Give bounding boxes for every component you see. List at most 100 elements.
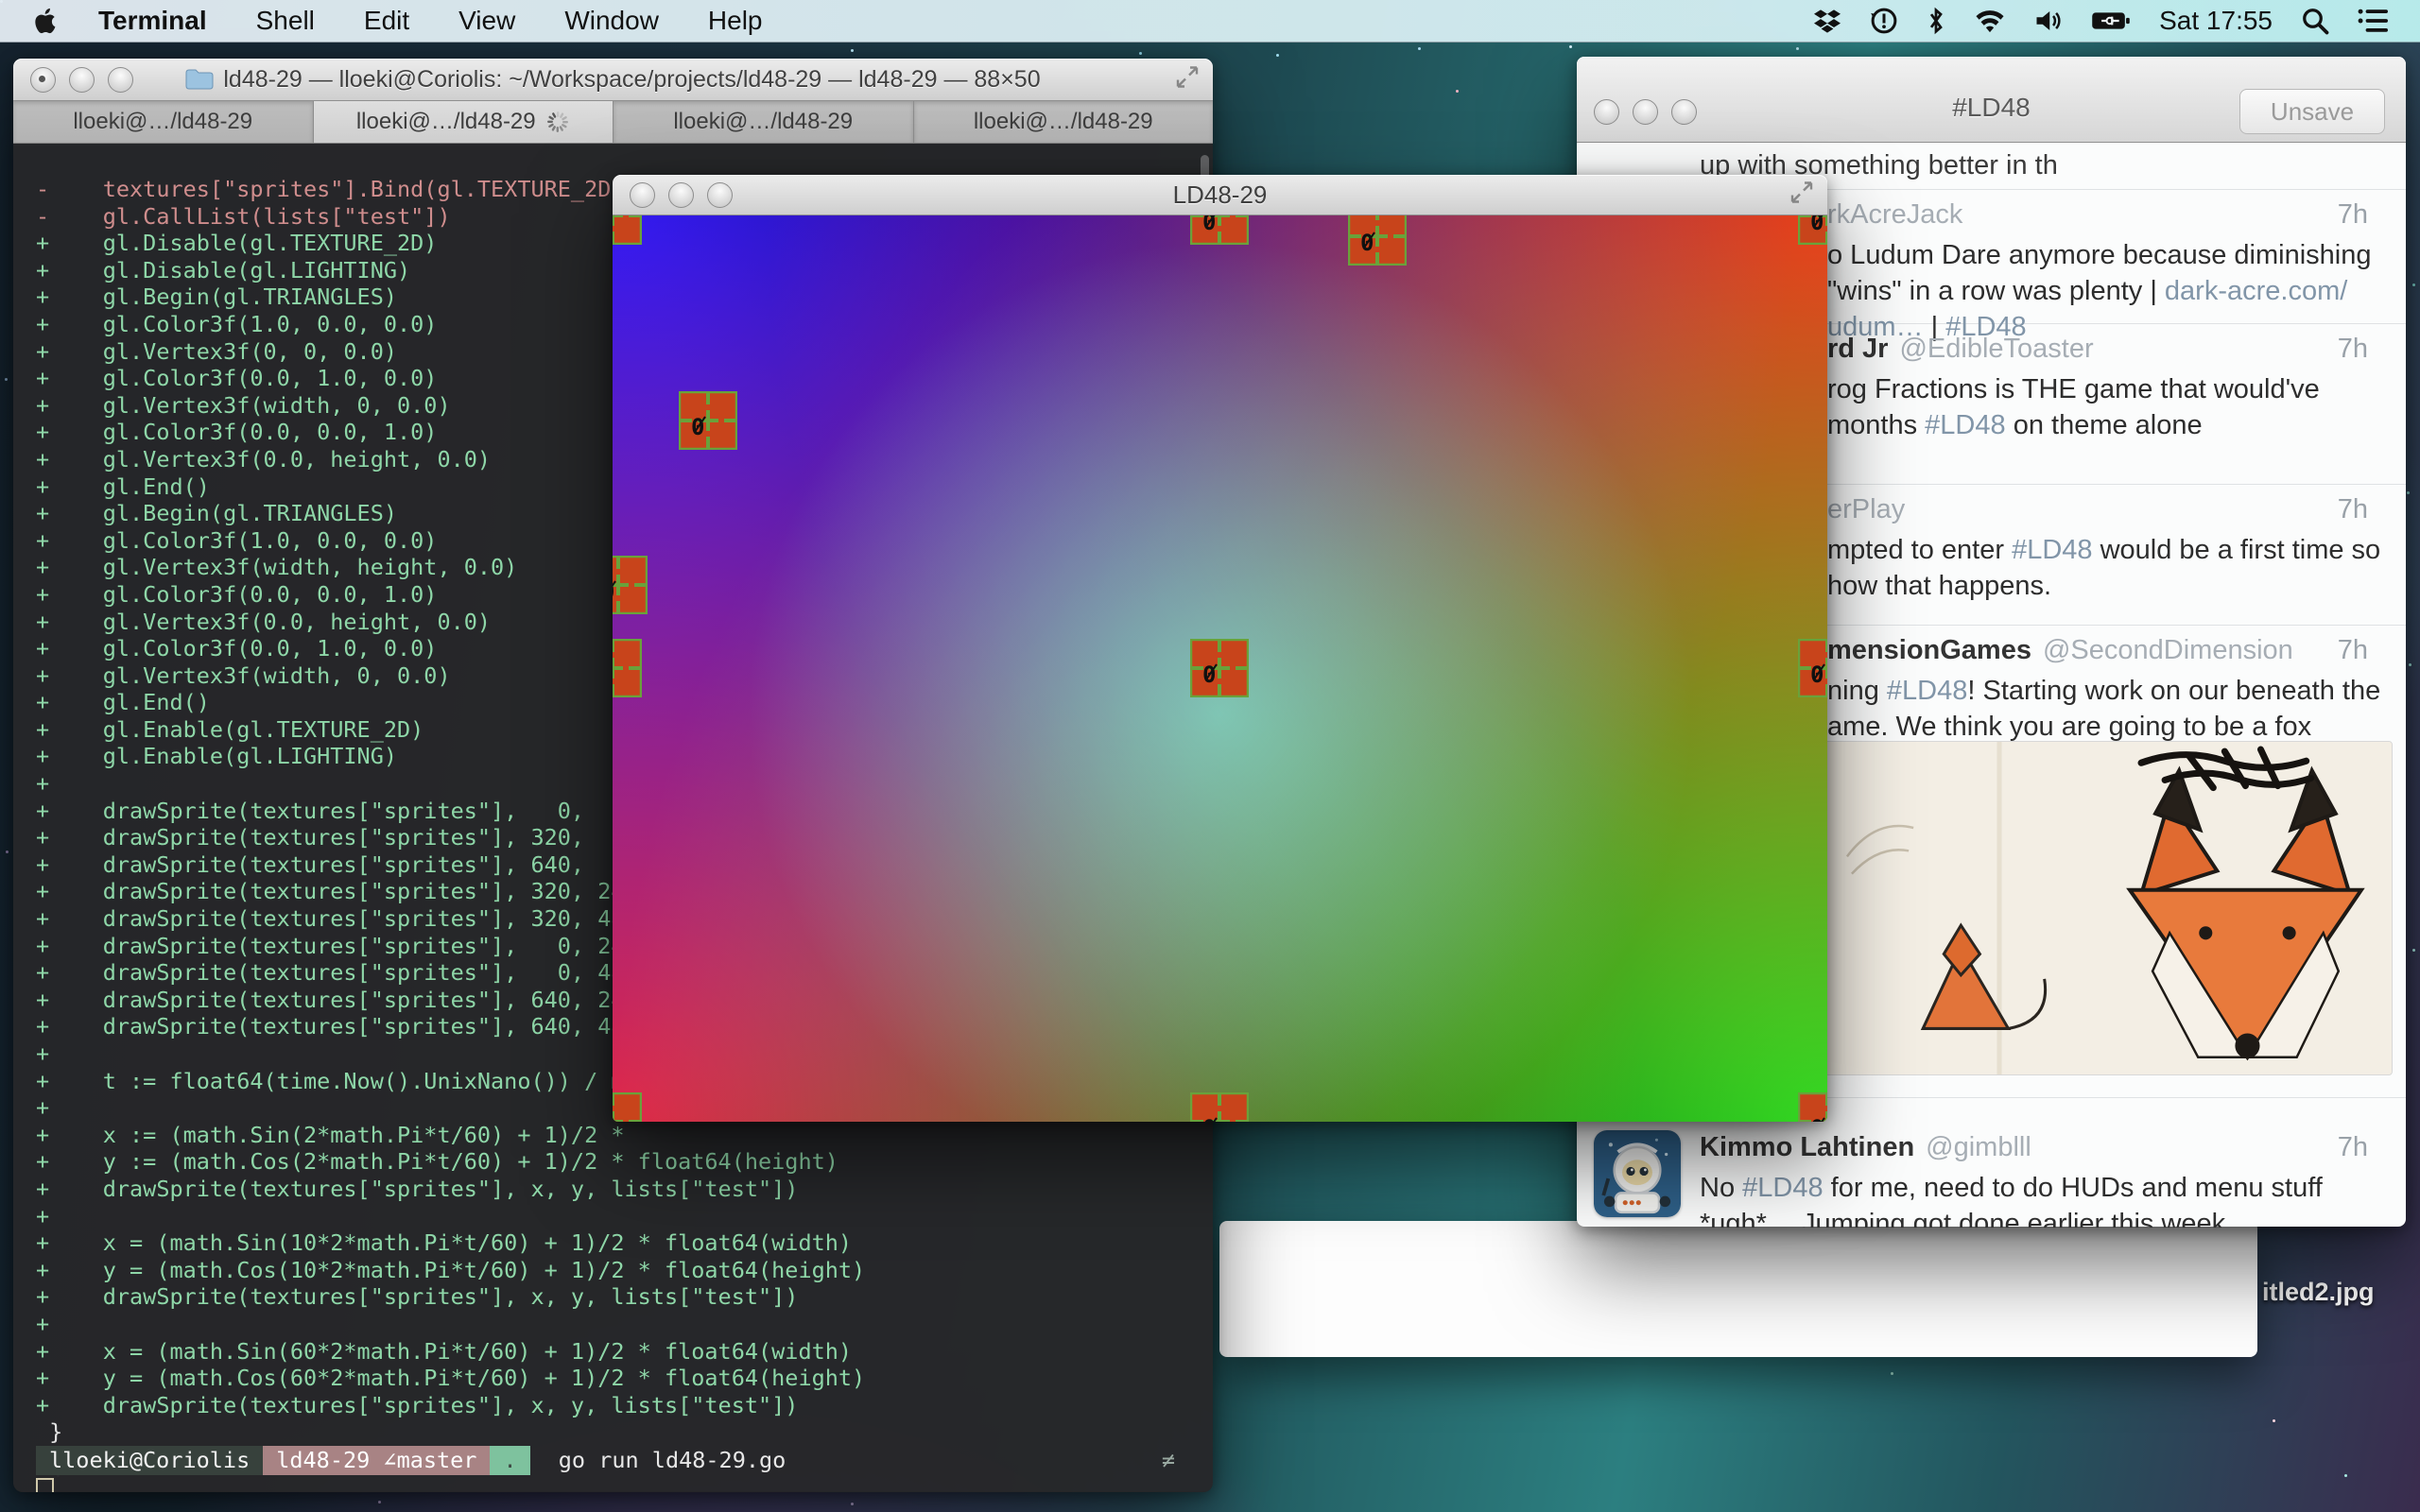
tweet-avatar[interactable] [1594,1130,1681,1217]
terminal-tab[interactable]: lloeki@…/ld48-29 [314,101,614,143]
prompt-right-symbol: ≠ [1162,1447,1175,1474]
tweet-link[interactable]: #LD48 [1742,1173,1823,1203]
twitter-titlebar[interactable]: #LD48 Unsave [1577,57,2406,143]
terminal-tab[interactable]: lloeki@…/ld48-29 [13,101,314,143]
game-sprite: 0 [1190,1092,1249,1122]
tweet-text-line: o Ludum Dare anymore because diminishing [1827,237,2368,273]
diff-line-add: + y = (math.Cos(10*2*math.Pi*t/60) + 1)/… [36,1257,1213,1284]
folder-proxy-icon[interactable] [185,68,214,91]
wifi-icon[interactable] [1974,8,2006,34]
prompt-branch-segment: ld48-29 ∠master [263,1446,490,1475]
tweet-timestamp: 7h [2338,334,2368,365]
tweet-author[interactable]: Kimmo Lahtinen [1700,1132,1914,1162]
prompt-user-segment: lloeki@Coriolis [36,1446,263,1475]
tweet-text: for me, need to do HUDs and menu stuff [1824,1173,2323,1203]
tweet-timestamp: 7h [2338,199,2368,231]
fullscreen-icon[interactable] [1789,180,1814,210]
trailing-icons [2301,7,2388,35]
spotlight-icon[interactable] [2301,7,2329,35]
tweet-timestamp: 7h [2338,494,2368,525]
terminal-cursor [36,1478,54,1493]
fullscreen-icon[interactable] [1175,65,1200,94]
volume-icon[interactable] [2034,8,2063,34]
tweet-timestamp: 7h [2338,635,2368,666]
apple-menu-icon[interactable] [34,7,59,35]
tweet-text: rog Fractions is THE game that would've [1827,374,2320,404]
tweet-text: "wins" in a row was plenty | [1827,276,2165,306]
tweet-text-line: rog Fractions is THE game that would've [1827,371,2368,407]
game-sprite: 0 [1190,215,1249,245]
tweet-text: ning [1827,676,1887,706]
menu-clock[interactable]: Sat 17:55 [2159,6,2273,36]
notification-center-icon[interactable] [2358,8,2388,34]
gl-titlebar[interactable]: LD48-29 [613,175,1827,215]
tab-label: lloeki@…/ld48-29 [356,109,536,135]
tweet-header: rkAcreJack 7h [1827,199,2368,235]
tweet-link[interactable]: dark-acre.com/ [2165,276,2347,306]
terminal-tab[interactable]: lloeki@…/ld48-29 [914,101,1214,143]
prompt-command[interactable]: go run ld48-29.go [530,1447,786,1474]
tweet-header: Kimmo Lahtinen@gimblll7h [1700,1132,2368,1168]
tweet-link[interactable]: #LD48 [2012,535,2092,565]
menu-shell[interactable]: Shell [256,6,315,35]
menu-bar: Terminal Shell Edit View Window Help Sat 17:5… [0,0,2420,43]
tweet-header: rd Jr @EdibleToaster 7h [1827,334,2368,369]
tweet-text-line: how that happens. [1827,568,2368,604]
tweet-header: mensionGames @SecondDimension 7h [1827,635,2368,671]
tweet-header: erPlay 7h [1827,494,2368,530]
tweet-text-line: ame. We think you are going to be a fox [1827,709,2368,745]
tweet-text-line: No #LD48 for me, need to do HUDs and men… [1700,1170,2368,1206]
menu-help[interactable]: Help [708,6,763,35]
tweet-text-line: ning #LD48! Starting work on our beneath… [1827,673,2368,709]
time-machine-icon[interactable] [1870,7,1898,35]
tweet-text-line: *ugh*… Jumping got done earlier this wee… [1700,1206,2368,1228]
tweet-text: how that happens. [1827,571,2051,601]
game-sprite: 0 [613,556,648,614]
diff-line-add: + drawSprite(textures["sprites"], x, y, … [36,1176,1213,1203]
tweet-link[interactable]: #LD48 [1887,676,1967,706]
unsave-button[interactable]: Unsave [2239,89,2385,134]
desktop-file-label[interactable]: itled2.jpg [2262,1278,2375,1307]
background-window[interactable] [1219,1221,2257,1357]
diff-line-add: + y := (math.Cos(2*math.Pi*t/60) + 1)/2 … [36,1148,1213,1176]
bluetooth-icon[interactable] [1927,7,1945,35]
tab-label: lloeki@…/ld48-29 [73,109,252,135]
battery-icon[interactable] [2091,9,2131,33]
dropbox-icon[interactable] [1813,8,1841,34]
tweet-text: mpted to enter [1827,535,2012,565]
status-menu-area: Sat 17:55 [1813,6,2420,36]
tweet-handle[interactable]: @gimblll [1926,1132,2031,1162]
tweet-handle[interactable]: @SecondDimension [2043,635,2293,665]
diff-line-add: + [36,1311,1213,1338]
game-sprite: 0 [1798,1092,1827,1122]
tweet-text: months [1827,410,1925,440]
tweet-text: ame. We think you are going to be a fox [1827,712,2311,742]
diff-line-add: + drawSprite(textures["sprites"], x, y, … [36,1283,1213,1311]
tab-label: lloeki@…/ld48-29 [974,109,1153,135]
menu-view[interactable]: View [458,6,515,35]
menu-window[interactable]: Window [564,6,659,35]
game-sprite: 0 [613,215,642,245]
gl-game-window[interactable]: LD48-29 0 0 0 0 0 0 0 [613,175,1827,1121]
tweet-author[interactable]: mensionGames [1827,635,2031,665]
tweet-link[interactable]: #LD48 [1925,410,2005,440]
svg-text:0: 0 [1810,215,1824,235]
terminal-titlebar[interactable]: ld48-29 — lloeki@Coriolis: ~/Workspace/p… [13,59,1213,101]
diff-line-add: + y = (math.Cos(60*2*math.Pi*t/60) + 1)/… [36,1365,1213,1392]
tweet-text: on theme alone [2006,410,2203,440]
terminal-title: ld48-29 — lloeki@Coriolis: ~/Workspace/p… [13,66,1213,94]
game-sprite: 0 [1798,639,1827,697]
game-sprite: 0 [679,391,737,450]
tweet-author[interactable]: rd Jr [1827,334,1888,364]
diff-line-ctx: } [36,1418,1213,1446]
menu-terminal[interactable]: Terminal [98,6,207,35]
activity-spinner-icon [545,110,570,134]
game-sprite: 0 [1348,215,1407,266]
status-icons [1813,7,2131,35]
tweet-text: No [1700,1173,1742,1203]
tweet-handle[interactable]: erPlay [1827,494,1905,524]
tweet-handle[interactable]: rkAcreJack [1827,199,1962,230]
menu-edit[interactable]: Edit [364,6,409,35]
tweet-handle[interactable]: @EdibleToaster [1899,334,2093,364]
terminal-tab[interactable]: lloeki@…/ld48-29 [614,101,914,143]
